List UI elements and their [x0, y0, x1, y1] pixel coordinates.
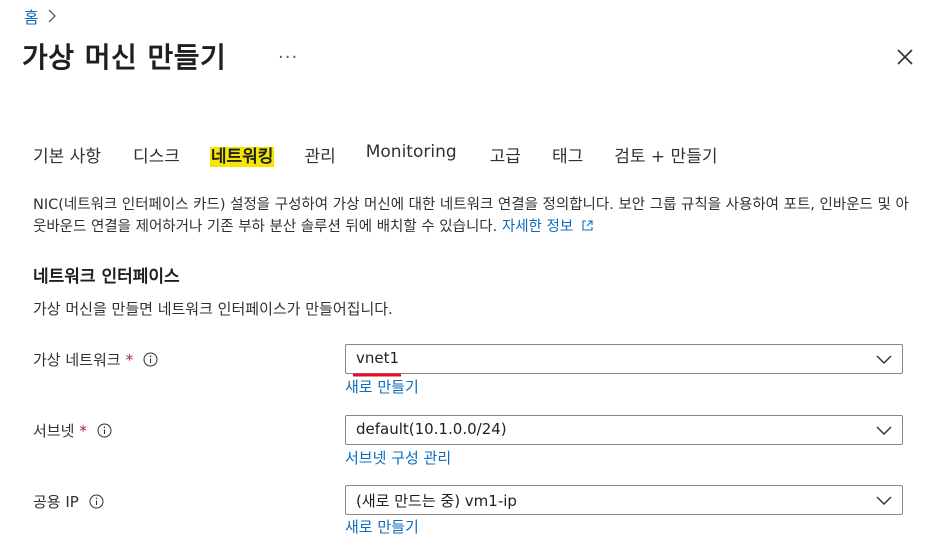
subnet-label: 서브넷 * — [33, 420, 112, 441]
chevron-right-icon — [48, 9, 56, 23]
vnet-label: 가상 네트워크 * — [33, 349, 158, 370]
tab-monitoring[interactable]: Monitoring — [366, 142, 457, 173]
tab-networking[interactable]: 네트워킹 — [209, 142, 275, 173]
info-icon[interactable] — [143, 352, 158, 367]
tab-disks[interactable]: 디스크 — [133, 142, 180, 173]
subnet-selected-value: default(10.1.0.0/24) — [356, 420, 507, 438]
subnet-manage-link[interactable]: 서브넷 구성 관리 — [345, 447, 451, 468]
public-ip-dropdown[interactable]: (새로 만드는 중) vm1-ip — [345, 485, 903, 515]
breadcrumb-home-link[interactable]: 홈 — [24, 4, 39, 28]
tab-bar: 기본 사항 디스크 네트워킹 관리 Monitoring 고급 태그 검토 + … — [33, 142, 717, 173]
breadcrumb: 홈 — [24, 4, 57, 28]
subnet-dropdown[interactable]: default(10.1.0.0/24) — [345, 415, 903, 445]
page-title: 가상 머신 만들기 — [22, 41, 227, 74]
vnet-label-text: 가상 네트워크 — [33, 351, 121, 369]
networking-description: NIC(네트워크 인터페이스 카드) 설정을 구성하여 가상 머신에 대한 네트… — [33, 194, 913, 238]
section-title-network-interface: 네트워크 인터페이스 — [33, 267, 180, 287]
close-icon[interactable] — [892, 44, 918, 70]
networking-description-text: NIC(네트워크 인터페이스 카드) 설정을 구성하여 가상 머신에 대한 네트… — [33, 197, 909, 235]
tab-management[interactable]: 관리 — [304, 142, 335, 173]
section-description: 가상 머신을 만들면 네트워크 인터페이스가 만들어집니다. — [33, 300, 393, 318]
vnet-dropdown[interactable]: vnet1 — [345, 344, 903, 374]
tab-networking-label: 네트워킹 — [209, 147, 275, 167]
public-ip-selected-value: (새로 만드는 중) vm1-ip — [356, 492, 517, 510]
more-options-button[interactable]: ··· — [278, 47, 298, 68]
info-icon[interactable] — [89, 494, 104, 509]
chevron-down-icon — [876, 355, 892, 364]
required-marker: * — [125, 350, 134, 369]
external-link-icon — [582, 220, 593, 231]
required-marker: * — [79, 421, 87, 440]
tab-review-create[interactable]: 검토 + 만들기 — [614, 142, 717, 173]
learn-more-label: 자세한 정보 — [501, 219, 574, 235]
public-ip-label: 공용 IP — [33, 491, 104, 512]
subnet-label-text: 서브넷 — [33, 422, 75, 440]
info-icon[interactable] — [97, 423, 112, 438]
public-ip-label-text: 공용 IP — [33, 493, 79, 511]
public-ip-create-new-link[interactable]: 새로 만들기 — [345, 516, 419, 537]
chevron-down-icon — [876, 426, 892, 435]
tab-advanced[interactable]: 고급 — [490, 142, 521, 173]
tab-tags[interactable]: 태그 — [552, 142, 583, 173]
vnet-selected-value: vnet1 — [356, 349, 400, 367]
learn-more-link[interactable]: 자세한 정보 — [502, 219, 594, 235]
tab-basics[interactable]: 기본 사항 — [33, 142, 101, 173]
vnet-create-new-link[interactable]: 새로 만들기 — [345, 376, 419, 397]
chevron-down-icon — [876, 496, 892, 505]
